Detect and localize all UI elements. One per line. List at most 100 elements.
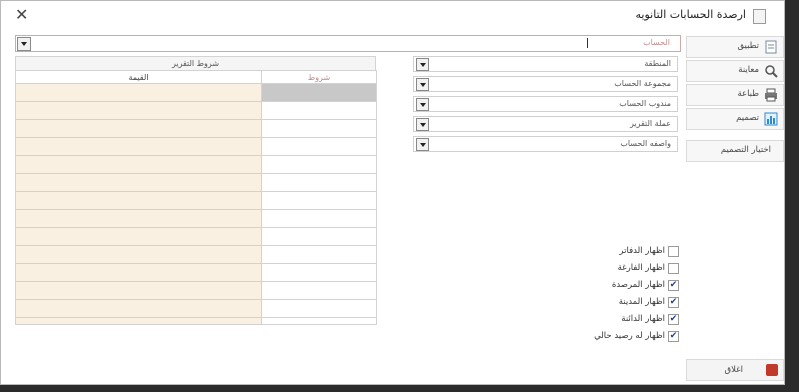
checkbox-box[interactable] [668,263,679,274]
show-current-balance-label: اظهار له رصيد حالي [594,331,665,341]
show-balanced-checkbox[interactable]: ✔ اظهار المرصدة [567,279,679,292]
checkbox-box[interactable]: ✔ [668,297,679,308]
choose-design-button-label: اختيار التصميم [720,145,771,155]
chevron-down-icon [419,63,426,67]
print-button[interactable]: طباعة [686,84,784,106]
condition-cell[interactable] [261,173,377,192]
condition-cell[interactable] [261,299,377,318]
report-conditions-grid: القيمة شروط [15,70,377,325]
value-cell[interactable] [15,83,262,102]
table-row[interactable] [15,83,377,102]
condition-cell[interactable] [261,137,377,156]
report-currency-filter-label: عملة التقرير [629,119,671,128]
checkbox-box[interactable] [668,246,679,257]
chevron-down-icon [419,123,426,127]
table-row[interactable] [15,173,377,192]
condition-cell[interactable] [261,317,377,325]
report-window: ارصدة الحسابات التانويه ✕ الحساب تطبيق م… [0,0,785,385]
account-rep-dropdown-button[interactable] [416,98,429,111]
show-credit-checkbox[interactable]: ✔ اظهار الدائنة [567,313,679,326]
account-rep-filter[interactable]: مندوب الحساب [413,96,678,112]
condition-cell[interactable] [261,101,377,120]
condition-cell[interactable] [261,227,377,246]
value-cell[interactable] [15,119,262,138]
account-group-dropdown-button[interactable] [416,78,429,91]
preview-button[interactable]: معاينة [686,60,784,82]
checkbox-box[interactable]: ✔ [668,331,679,342]
condition-cell[interactable] [261,83,377,102]
table-row[interactable] [15,317,377,325]
search-icon [765,65,778,78]
table-row[interactable] [15,299,377,318]
print-button-label: طباعة [737,89,759,99]
table-row[interactable] [15,281,377,300]
condition-cell[interactable] [261,191,377,210]
value-cell[interactable] [15,137,262,156]
report-currency-dropdown-button[interactable] [416,118,429,131]
condition-column-header: شروط [261,70,377,84]
condition-cell[interactable] [261,119,377,138]
value-cell[interactable] [15,281,262,300]
value-cell[interactable] [15,191,262,210]
value-cell[interactable] [15,317,262,325]
checkbox-box[interactable]: ✔ [668,314,679,325]
account-descriptor-filter-label: واصفه الحساب [620,139,671,148]
account-descriptor-dropdown-button[interactable] [416,138,429,151]
condition-cell[interactable] [261,263,377,282]
condition-cell[interactable] [261,209,377,228]
value-cell[interactable] [15,227,262,246]
table-row[interactable] [15,155,377,174]
table-row[interactable] [15,101,377,120]
show-empty-label: اظهار الفارغة [617,263,665,273]
choose-design-button[interactable]: اختيار التصميم [686,140,784,162]
region-filter[interactable]: المنطقة [413,56,678,72]
region-dropdown-button[interactable] [416,58,429,71]
table-row[interactable] [15,209,377,228]
value-cell[interactable] [15,155,262,174]
text-cursor [587,38,588,48]
show-empty-checkbox[interactable]: اظهار الفارغة [567,262,679,275]
design-button-label: تصميم [736,113,759,123]
value-cell[interactable] [15,245,262,264]
chevron-down-icon [419,143,426,147]
show-ledgers-label: اظهار الدفاتر [619,246,665,256]
printer-icon [765,88,777,102]
apply-button[interactable]: تطبيق [686,36,784,58]
account-field[interactable]: الحساب [15,35,681,52]
region-filter-label: المنطقة [644,59,671,68]
value-cell[interactable] [15,263,262,282]
table-row[interactable] [15,263,377,282]
table-row[interactable] [15,191,377,210]
exit-icon [766,364,778,376]
condition-cell[interactable] [261,245,377,264]
condition-cell[interactable] [261,281,377,300]
show-ledgers-checkbox[interactable]: اظهار الدفاتر [567,245,679,258]
report-currency-filter[interactable]: عملة التقرير [413,116,678,132]
account-rep-filter-label: مندوب الحساب [619,99,671,108]
close-icon[interactable]: ✕ [15,5,28,24]
apply-button-label: تطبيق [737,41,759,51]
design-button[interactable]: تصميم [686,108,784,130]
show-balanced-label: اظهار المرصدة [611,280,665,290]
show-credit-label: اظهار الدائنة [621,314,665,324]
account-descriptor-filter[interactable]: واصفه الحساب [413,136,678,152]
value-cell[interactable] [15,209,262,228]
value-cell[interactable] [15,299,262,318]
table-row[interactable] [15,137,377,156]
close-button[interactable]: اغلاق [686,359,784,381]
table-row[interactable] [15,227,377,246]
account-dropdown-button[interactable] [17,37,31,51]
title-bar: ارصدة الحسابات التانويه ✕ [1,1,784,31]
window-icon [753,9,766,24]
condition-cell[interactable] [261,155,377,174]
value-cell[interactable] [15,101,262,120]
value-cell[interactable] [15,173,262,192]
value-column-header: القيمة [15,70,262,84]
account-group-filter[interactable]: مجموعة الحساب [413,76,678,92]
show-debit-checkbox[interactable]: ✔ اظهار المدينة [567,296,679,309]
table-row[interactable] [15,119,377,138]
chevron-down-icon [21,42,27,46]
table-row[interactable] [15,245,377,264]
checkbox-box[interactable]: ✔ [668,280,679,291]
show-current-balance-checkbox[interactable]: ✔ اظهار له رصيد حالي [567,330,679,343]
